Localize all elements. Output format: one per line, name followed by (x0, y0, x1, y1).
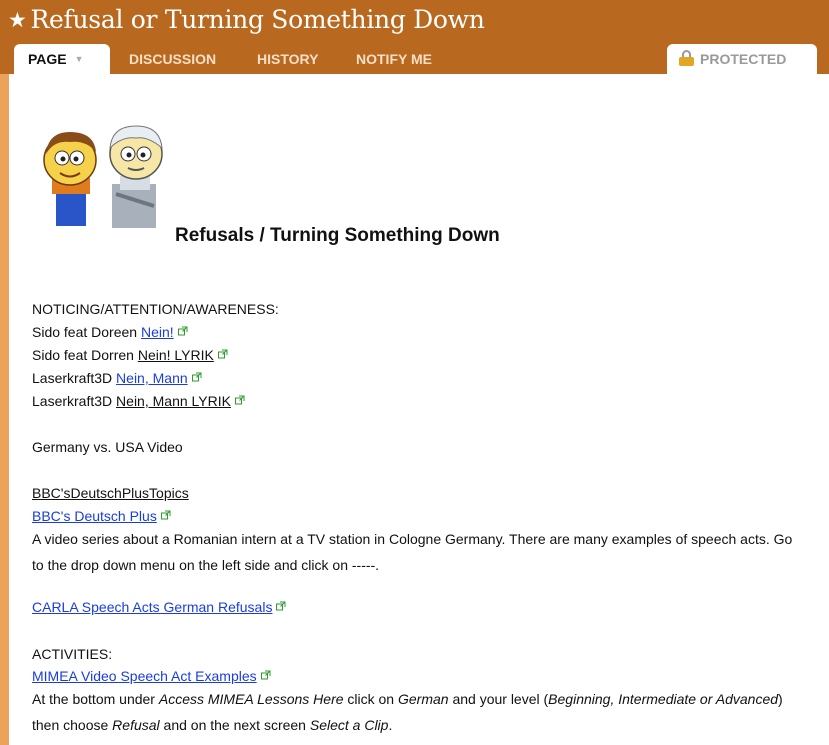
song-artist: Laserkraft3D (32, 393, 113, 409)
external-link-icon (160, 506, 171, 524)
tab-page-label: PAGE (28, 51, 67, 67)
carla-row: CARLA Speech Acts German Refusals (32, 598, 286, 617)
external-link-icon (191, 368, 202, 386)
bbc-plus-row: BBC's Deutsch Plus (32, 507, 171, 526)
page-header: ★ Refusal or Turning Something Down PAGE ▼… (0, 0, 829, 74)
instructions-text: At the bottom under (32, 691, 159, 707)
song-artist: Laserkraft3D (32, 370, 113, 386)
song-row: Sido feat Doreen Nein! (32, 323, 188, 342)
tab-protected[interactable]: PROTECTED (667, 44, 817, 74)
mimea-link[interactable]: MIMEA Video Speech Act Examples (32, 668, 257, 684)
instructions-emphasis: Beginning, Intermediate or Advanced (548, 691, 779, 707)
instructions-emphasis: Access MIMEA Lessons Here (158, 691, 344, 707)
lock-icon (679, 50, 694, 67)
instructions-text: and on the next screen (159, 717, 310, 733)
tab-discussion[interactable]: DISCUSSION (129, 44, 216, 74)
external-link-icon (276, 597, 286, 615)
instructions-emphasis: German (397, 691, 449, 707)
noticing-label: NOTICING/ATTENTION/AWARENESS: (32, 301, 279, 317)
external-link-icon (217, 345, 228, 363)
page-title: ★ Refusal or Turning Something Down (8, 5, 485, 34)
song-row: Sido feat Dorren Nein! LYRIK (32, 346, 228, 365)
song-artist: Sido feat Doreen (32, 324, 138, 340)
song-link-nein-lyrik[interactable]: Nein! LYRIK (138, 347, 214, 363)
tab-protected-label: PROTECTED (700, 51, 787, 67)
chevron-down-icon[interactable]: ▼ (75, 54, 84, 64)
instructions-text: . (388, 717, 393, 733)
bbc-plus-link[interactable]: BBC's Deutsch Plus (32, 508, 157, 524)
tab-history[interactable]: HISTORY (257, 44, 318, 74)
song-link-nein-mann[interactable]: Nein, Mann (116, 370, 188, 386)
song-artist: Sido feat Dorren (32, 347, 134, 363)
activities-label: ACTIVITIES: (32, 646, 113, 662)
bbc-description: A video series about a Romanian intern a… (32, 531, 793, 573)
germany-usa-text: Germany vs. USA Video (32, 439, 183, 455)
bbc-topics-link-text[interactable]: BBC'sDeutschPlusTopics (32, 485, 189, 501)
mimea-row: MIMEA Video Speech Act Examples (32, 667, 271, 686)
song-row: Laserkraft3D Nein, Mann LYRIK (32, 392, 245, 411)
instructions-text: click on (343, 691, 398, 707)
carla-link[interactable]: CARLA Speech Acts German Refusals (32, 599, 272, 615)
instructions-emphasis: Select a Clip (309, 717, 389, 733)
song-row: Laserkraft3D Nein, Mann (32, 369, 202, 388)
external-link-icon (177, 322, 188, 340)
bbc-topics-link[interactable]: BBC'sDeutschPlusTopics (32, 484, 189, 502)
content-heading: Refusals / Turning Something Down (175, 225, 500, 246)
external-link-icon (234, 391, 245, 409)
tab-page[interactable]: PAGE ▼ (14, 44, 110, 74)
instructions-emphasis: Refusal (112, 717, 160, 733)
external-link-icon (260, 666, 271, 684)
instructions-text: and your level ( (448, 691, 549, 707)
page-title-text: Refusal or Turning Something Down (30, 5, 485, 34)
tab-notify-me[interactable]: NOTIFY ME (356, 44, 432, 74)
mimea-instructions: At the bottom under Access MIMEA Lessons… (32, 686, 807, 738)
star-icon[interactable]: ★ (8, 8, 27, 32)
song-link-nein[interactable]: Nein! (141, 324, 174, 340)
cartoon-characters-image (43, 125, 163, 228)
song-link-nein-mann-lyrik[interactable]: Nein, Mann LYRIK (116, 393, 231, 409)
sidebar-accent-bar (0, 74, 9, 745)
